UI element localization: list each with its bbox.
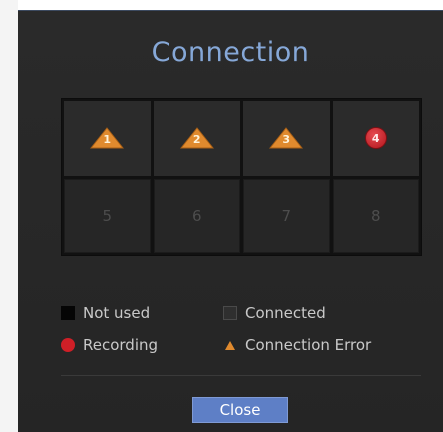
- legend-connection-error: Connection Error: [223, 336, 371, 354]
- channel-cell-6[interactable]: 6: [153, 178, 240, 253]
- channel-cell-7[interactable]: 7: [243, 178, 330, 253]
- channel-grid: 1 2 3 4 5 6 7 8: [61, 98, 422, 256]
- channel-number: 6: [191, 206, 202, 225]
- channel-number: 4: [371, 131, 380, 145]
- channel-cell-3[interactable]: 3: [243, 101, 330, 176]
- connection-error-icon: 3: [269, 127, 304, 149]
- channel-number: 8: [370, 206, 381, 225]
- dialog-title: Connection: [151, 37, 310, 68]
- channel-number: 7: [281, 206, 292, 225]
- connection-dialog: Connection 1 2 3 4 5 6 7 8 Not used Conn…: [18, 10, 443, 432]
- not-used-swatch-icon: [61, 306, 75, 320]
- connected-swatch-icon: [223, 306, 237, 320]
- legend-connected: Connected: [223, 304, 326, 322]
- divider: [61, 375, 421, 376]
- channel-number: 2: [192, 133, 201, 147]
- legend-recording: Recording: [61, 336, 158, 354]
- channel-cell-4[interactable]: 4: [332, 101, 419, 176]
- channel-cell-1[interactable]: 1: [64, 101, 151, 176]
- channel-cell-5[interactable]: 5: [64, 178, 151, 253]
- legend-label: Connection Error: [245, 336, 372, 354]
- channel-cell-8[interactable]: 8: [332, 178, 419, 253]
- channel-number: 3: [282, 133, 291, 147]
- connection-error-icon: 1: [90, 127, 125, 149]
- channel-cell-2[interactable]: 2: [153, 101, 240, 176]
- legend-label: Connected: [245, 304, 326, 322]
- channel-number: 5: [102, 206, 113, 225]
- recording-icon: 4: [364, 127, 387, 150]
- channel-number: 1: [103, 133, 112, 147]
- close-button[interactable]: Close: [192, 397, 288, 423]
- warning-triangle-icon: [225, 340, 235, 350]
- legend-label: Not used: [83, 304, 151, 322]
- legend-not-used: Not used: [61, 304, 150, 322]
- legend-label: Recording: [83, 336, 159, 354]
- background-strip: [0, 0, 18, 432]
- recording-dot-icon: [61, 338, 75, 352]
- connection-error-icon: 2: [179, 127, 214, 149]
